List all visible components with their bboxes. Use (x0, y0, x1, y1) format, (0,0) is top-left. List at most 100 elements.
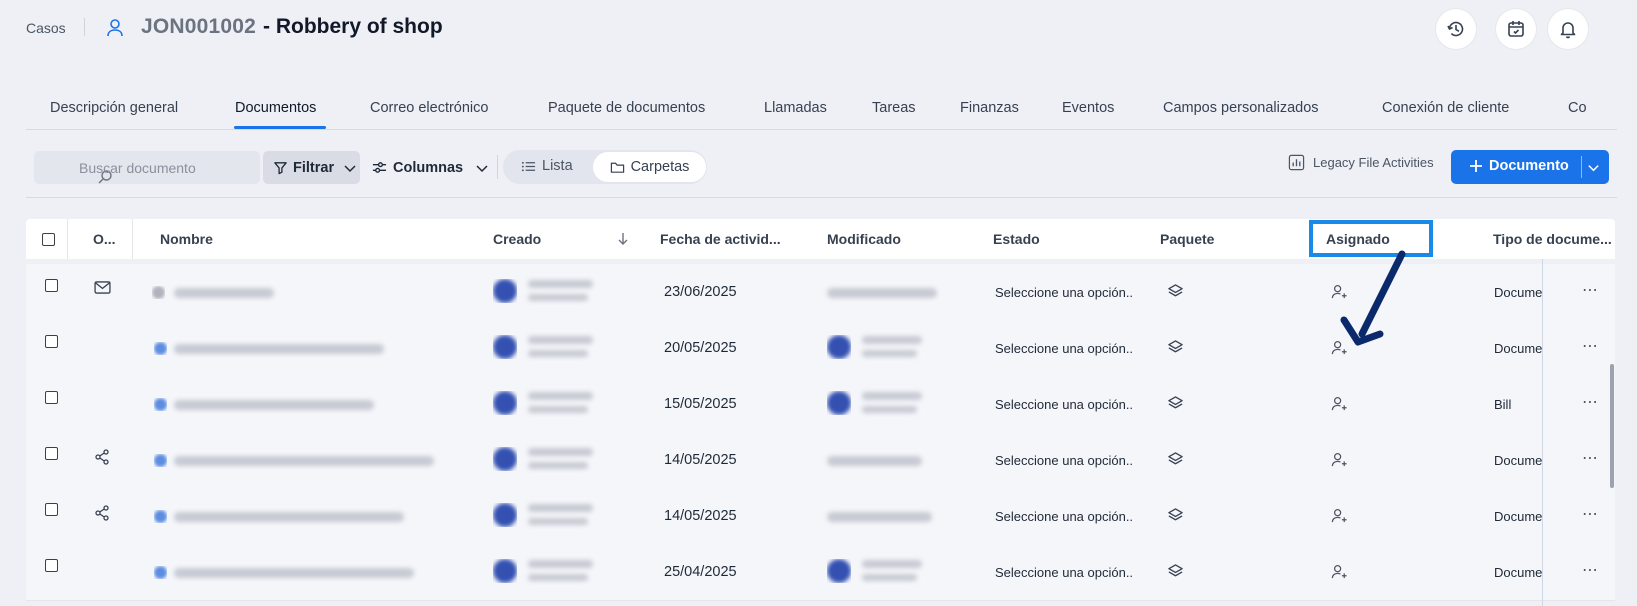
notifications-button[interactable] (1548, 9, 1588, 49)
modifier-date-blurred (862, 574, 917, 581)
creator-name-blurred (528, 336, 593, 344)
legacy-file-activities-link[interactable]: Legacy File Activities (1288, 154, 1434, 171)
layers-icon[interactable] (1167, 395, 1184, 412)
breadcrumb-casos[interactable]: Casos (26, 20, 66, 36)
row-checkbox[interactable] (45, 391, 58, 404)
assign-user-icon[interactable] (1331, 563, 1348, 580)
creator-date-blurred (528, 574, 588, 581)
row-checkbox[interactable] (45, 559, 58, 572)
columns-button[interactable]: Columnas (372, 151, 489, 184)
tab-finanzas[interactable]: Finanzas (960, 100, 1019, 116)
row-checkbox[interactable] (45, 503, 58, 516)
tab-descripcion-general[interactable]: Descripción general (50, 100, 178, 116)
layers-icon[interactable] (1167, 507, 1184, 524)
status-select[interactable]: Seleccione una opción.. (995, 565, 1133, 580)
more-options-icon[interactable]: ⋯ (1582, 560, 1599, 580)
view-list-button[interactable]: Lista (521, 158, 573, 174)
view-folders-button[interactable]: Carpetas (593, 152, 706, 182)
add-document-button[interactable]: Documento (1451, 150, 1609, 184)
layers-icon[interactable] (1167, 451, 1184, 468)
document-name-blurred[interactable] (174, 568, 414, 578)
page-title: - Robbery of shop (263, 15, 443, 38)
more-options-icon[interactable]: ⋯ (1582, 392, 1599, 412)
file-type-icon (154, 566, 167, 579)
file-type-icon (154, 398, 167, 411)
document-name-blurred[interactable] (174, 512, 404, 522)
chevron-down-icon[interactable] (1587, 161, 1600, 174)
more-options-icon[interactable]: ⋯ (1582, 280, 1599, 300)
filter-button[interactable]: Filtrar (263, 151, 360, 184)
toolbar-divider-line (26, 197, 1617, 198)
tab-tareas[interactable]: Tareas (872, 100, 916, 116)
more-options-icon[interactable]: ⋯ (1582, 336, 1599, 356)
document-type: Docume (1494, 285, 1542, 300)
person-icon (106, 18, 124, 38)
layers-icon[interactable] (1167, 563, 1184, 580)
table-row[interactable]: 14/05/2025 Seleccione una opción.. Docume ⋯ (26, 488, 1615, 545)
tab-co[interactable]: Co (1568, 100, 1587, 116)
document-name-blurred[interactable] (174, 288, 274, 298)
assign-user-icon[interactable] (1331, 395, 1348, 412)
mail-icon (94, 281, 111, 294)
tab-documentos[interactable]: Documentos (235, 100, 316, 116)
select-all-checkbox[interactable] (42, 233, 55, 246)
chart-icon (1288, 154, 1305, 171)
column-header-fecha-actividad[interactable]: Fecha de activid... (660, 231, 781, 247)
sort-arrow-down-icon[interactable] (617, 232, 629, 246)
more-options-icon[interactable]: ⋯ (1582, 504, 1599, 524)
status-select[interactable]: Seleccione una opción.. (995, 509, 1133, 524)
row-checkbox[interactable] (45, 447, 58, 460)
file-type-icon (152, 286, 165, 299)
document-type: Bill (1494, 397, 1512, 412)
assign-user-icon[interactable] (1331, 507, 1348, 524)
modified-date-blurred (827, 288, 937, 298)
assign-user-icon[interactable] (1331, 451, 1348, 468)
share-icon (94, 505, 110, 521)
document-type: Docume (1494, 509, 1542, 524)
vertical-scrollbar[interactable] (1610, 364, 1614, 488)
tab-llamadas[interactable]: Llamadas (764, 100, 827, 116)
row-checkbox[interactable] (45, 279, 58, 292)
frozen-column-line (1542, 259, 1543, 606)
table-row[interactable]: 15/05/2025 Seleccione una opción.. Bill ⋯ (26, 376, 1615, 433)
bell-icon (1558, 19, 1578, 39)
tab-correo-electronico[interactable]: Correo electrónico (370, 100, 488, 116)
avatar (493, 559, 517, 583)
modifier-name-blurred (862, 336, 922, 344)
tab-eventos[interactable]: Eventos (1062, 100, 1114, 116)
document-name-blurred[interactable] (174, 400, 374, 410)
tab-bar: Descripción general Documentos Correo el… (26, 88, 1617, 130)
status-select[interactable]: Seleccione una opción.. (995, 397, 1133, 412)
layers-icon[interactable] (1167, 283, 1184, 300)
calendar-icon (1506, 19, 1526, 39)
search-input[interactable]: Buscar documento (34, 151, 260, 184)
column-header-nombre[interactable]: Nombre (160, 231, 213, 247)
view-list-label: Lista (542, 158, 573, 174)
tab-conexion-de-cliente[interactable]: Conexión de cliente (1382, 100, 1509, 116)
history-button[interactable] (1436, 9, 1476, 49)
view-folders-label: Carpetas (630, 159, 690, 175)
column-header-estado[interactable]: Estado (993, 231, 1040, 247)
column-header-paquete[interactable]: Paquete (1160, 231, 1214, 247)
document-name-blurred[interactable] (174, 456, 434, 466)
creator-date-blurred (528, 406, 588, 413)
status-select[interactable]: Seleccione una opción.. (995, 341, 1133, 356)
modifier-date-blurred (862, 406, 917, 413)
column-header-tipo-documento[interactable]: Tipo de docume... (1493, 231, 1612, 247)
layers-icon[interactable] (1167, 339, 1184, 356)
table-row[interactable]: 25/04/2025 Seleccione una opción.. Docume ⋯ (26, 544, 1615, 601)
tab-paquete-de-documentos[interactable]: Paquete de documentos (548, 100, 705, 116)
document-name-blurred[interactable] (174, 344, 384, 354)
page-header: Casos JON001002 - Robbery of shop (0, 0, 1637, 60)
status-select[interactable]: Seleccione una opción.. (995, 453, 1133, 468)
column-header-modificado[interactable]: Modificado (827, 231, 901, 247)
status-select[interactable]: Seleccione una opción.. (995, 285, 1133, 300)
creator-date-blurred (528, 350, 588, 357)
column-header-origen[interactable]: O... (93, 231, 116, 247)
column-header-creado[interactable]: Creado (493, 231, 541, 247)
calendar-button[interactable] (1496, 9, 1536, 49)
row-checkbox[interactable] (45, 335, 58, 348)
tab-campos-personalizados[interactable]: Campos personalizados (1163, 100, 1319, 116)
more-options-icon[interactable]: ⋯ (1582, 448, 1599, 468)
table-row[interactable]: 14/05/2025 Seleccione una opción.. Docume ⋯ (26, 432, 1615, 489)
